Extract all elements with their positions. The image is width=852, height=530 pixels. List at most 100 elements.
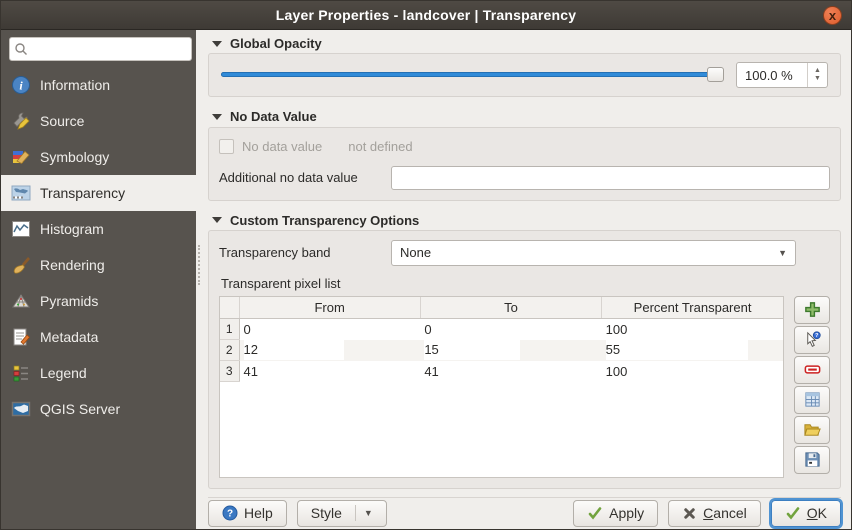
sidebar-item-label: Histogram [40,221,104,237]
cell-from[interactable]: 0 [239,319,420,340]
spin-down-icon[interactable]: ▼ [814,75,821,83]
slider-handle[interactable] [707,67,724,83]
x-icon [684,508,695,519]
opacity-value[interactable]: 100.0 % [737,63,807,87]
check-icon [588,507,602,521]
sidebar-item-histogram[interactable]: Histogram [1,211,196,247]
svg-text:?: ? [815,334,819,340]
add-values-from-display-button[interactable]: ? [794,325,830,354]
cell-from[interactable]: 12 [239,339,421,361]
close-icon: x [828,8,837,23]
sidebar-item-label: Symbology [40,149,110,165]
save-icon [804,452,820,468]
collapse-triangle-icon [212,40,222,47]
histogram-icon [12,221,30,237]
sidebar-item-information[interactable]: i Information [1,67,196,103]
opacity-slider[interactable] [221,65,724,85]
default-values-button[interactable] [794,385,830,414]
transparent-pixel-list-label: Transparent pixel list [221,275,341,291]
transparency-band-label: Transparency band [219,245,331,261]
transparency-icon [11,185,31,201]
cell-percent[interactable]: 55 [601,339,783,361]
no-data-value-checkbox[interactable] [219,139,234,155]
section-title: Custom Transparency Options [230,212,420,228]
cell-from[interactable]: 41 [239,361,420,382]
sidebar-item-label: Information [40,77,111,93]
minus-icon [804,365,820,375]
export-to-file-button[interactable] [794,445,830,474]
sidebar-item-rendering[interactable]: Rendering [1,247,196,283]
sidebar-item-label: QGIS Server [40,401,121,417]
pointer-query-icon: ? [806,331,821,348]
help-icon: ? [222,505,238,521]
custom-transparency-group: Transparency band None ▼ Transparent pix… [208,229,841,489]
row-number: 3 [220,360,240,383]
source-icon [13,112,30,130]
remove-selected-row-button[interactable] [794,355,830,384]
dialog-button-box: ? Help Style ▼ Apply Cancel OK [208,496,841,529]
sidebar-splitter[interactable] [196,30,202,529]
transparent-pixel-table: From To Percent Transparent 1 0 0 100 2 … [219,295,784,478]
close-button[interactable]: x [823,6,842,25]
row-number: 1 [220,318,240,341]
transparency-page: Global Opacity 100.0 % ▲ ▼ No Data Value… [202,30,851,529]
pyramids-icon [12,294,30,308]
sidebar-item-label: Source [40,113,85,129]
global-opacity-group: 100.0 % ▲ ▼ [208,53,841,98]
cell-to[interactable]: 41 [420,361,601,382]
svg-text:?: ? [227,509,233,520]
sidebar-item-label: Metadata [40,329,99,345]
sidebar-item-qgis-server[interactable]: QGIS Server [1,391,196,427]
table-row: 1 0 0 100 [220,318,783,341]
style-menu-button[interactable]: Style ▼ [296,499,387,527]
sidebar-item-pyramids[interactable]: Pyramids [1,283,196,319]
column-header-percent: Percent Transparent [601,296,783,320]
no-data-value-group: No data value not defined Additional no … [208,126,841,201]
cell-to[interactable]: 15 [420,339,602,361]
symbology-icon [13,150,30,165]
custom-transparency-header[interactable]: Custom Transparency Options [208,211,841,230]
search-input[interactable] [29,41,188,57]
plus-icon [804,302,820,318]
add-values-manually-button[interactable] [794,295,830,324]
spin-up-icon[interactable]: ▲ [814,67,821,75]
sidebar-item-transparency[interactable]: Transparency [1,175,196,211]
window-title: Layer Properties - landcover | Transpare… [275,7,577,23]
sidebar-item-metadata[interactable]: Metadata [1,319,196,355]
chevron-down-icon: ▼ [354,505,373,522]
metadata-icon [13,328,31,346]
chevron-down-icon: ▼ [778,247,787,258]
sidebar-item-legend[interactable]: Legend [1,355,196,391]
sidebar-item-symbology[interactable]: Symbology [1,139,196,175]
table-corner [220,296,240,320]
cell-percent[interactable]: 100 [602,361,783,382]
column-header-from: From [239,296,421,320]
pixel-list-toolbar: ? [794,295,830,478]
layer-properties-dialog: Layer Properties - landcover | Transpare… [0,0,852,530]
titlebar: Layer Properties - landcover | Transpare… [1,1,851,30]
section-title: Global Opacity [230,36,322,52]
additional-no-data-input[interactable] [391,165,830,190]
global-opacity-header[interactable]: Global Opacity [208,34,841,53]
apply-button[interactable]: Apply [573,499,659,527]
sidebar-search[interactable] [9,37,192,61]
cell-percent[interactable]: 100 [602,319,783,340]
transparency-band-combo[interactable]: None ▼ [391,239,796,266]
row-number: 2 [220,339,240,362]
search-icon [15,43,27,55]
information-icon: i [12,76,30,94]
check-icon [786,507,800,521]
cancel-button[interactable]: Cancel [668,499,761,527]
section-title: No Data Value [230,109,317,125]
import-from-file-button[interactable] [794,415,830,444]
table-row: 3 41 41 100 [220,360,783,383]
opacity-spinbox[interactable]: 100.0 % ▲ ▼ [736,62,828,89]
ok-button[interactable]: OK [770,499,841,527]
spinbox-arrows[interactable]: ▲ ▼ [807,63,827,88]
help-button[interactable]: ? Help [208,499,287,527]
collapse-triangle-icon [212,113,222,120]
sidebar-item-source[interactable]: Source [1,103,196,139]
no-data-value-header[interactable]: No Data Value [208,107,841,126]
additional-no-data-label: Additional no data value [219,170,358,186]
cell-to[interactable]: 0 [420,319,601,340]
